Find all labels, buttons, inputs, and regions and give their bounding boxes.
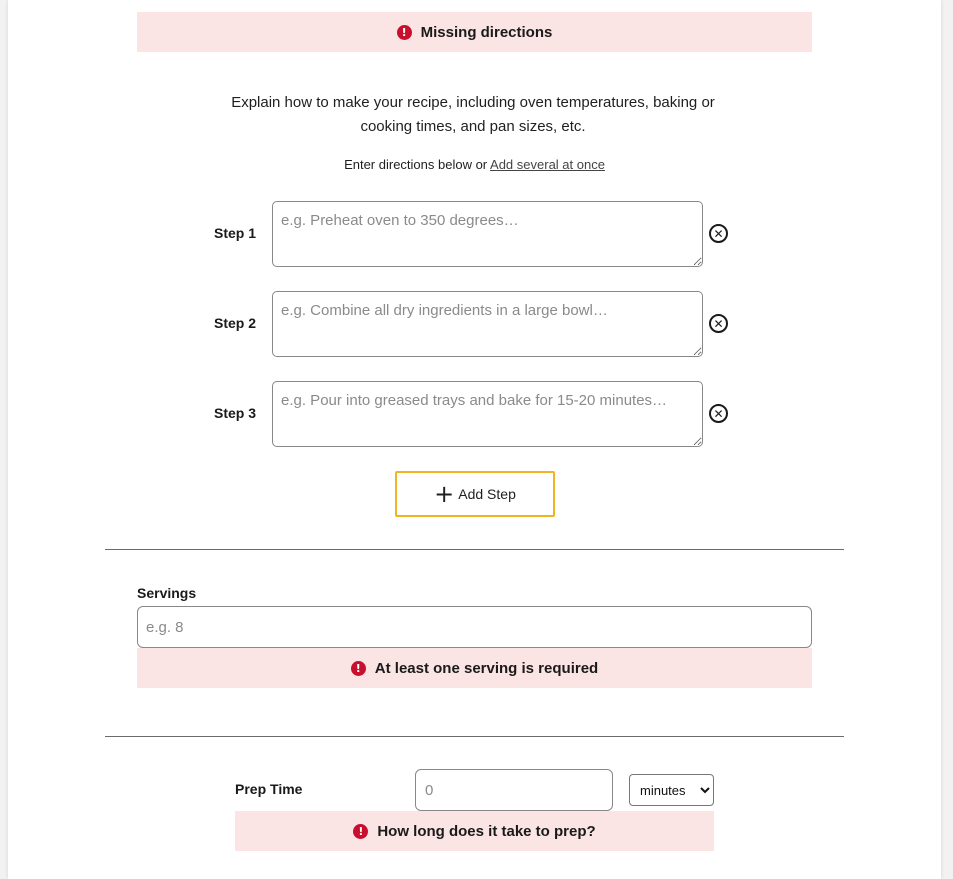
plus-icon: +: [434, 480, 455, 508]
prep-time-error-banner: ! How long does it take to prep?: [235, 811, 714, 851]
servings-input[interactable]: [137, 606, 812, 648]
recipe-form-page: ! Missing directions Explain how to make…: [8, 0, 941, 879]
enter-directions-text: Enter directions below or: [344, 157, 491, 172]
section-divider: [105, 736, 844, 737]
add-step-label: Add Step: [458, 486, 516, 502]
directions-explanation: Explain how to make your recipe, includi…: [231, 94, 715, 135]
step-3-label: Step 3: [214, 405, 257, 421]
step-1-label: Step 1: [214, 225, 257, 241]
error-icon: !: [350, 660, 366, 676]
directions-error-text: Missing directions: [420, 23, 553, 41]
remove-step-2-icon[interactable]: ✕: [709, 314, 728, 333]
error-icon: !: [396, 24, 412, 40]
prep-time-input[interactable]: [415, 769, 613, 811]
error-icon: !: [353, 823, 369, 839]
servings-error-banner: ! At least one serving is required: [137, 648, 812, 688]
step-3-textarea[interactable]: [272, 381, 703, 447]
prep-time-unit-select[interactable]: minutes: [629, 774, 714, 806]
servings-error-text: At least one serving is required: [374, 659, 599, 677]
enter-directions-line: Enter directions below or Add several at…: [8, 157, 941, 172]
servings-label: Servings: [137, 585, 197, 601]
prep-time-error-text: How long does it take to prep?: [377, 822, 596, 840]
remove-step-3-icon[interactable]: ✕: [709, 404, 728, 423]
remove-step-1-icon[interactable]: ✕: [709, 224, 728, 243]
step-2-label: Step 2: [214, 315, 257, 331]
directions-error-banner: ! Missing directions: [137, 12, 812, 52]
section-divider: [105, 549, 844, 550]
add-several-link[interactable]: Add several at once: [490, 157, 605, 172]
step-1-textarea[interactable]: [272, 201, 703, 267]
prep-time-label: Prep Time: [235, 781, 303, 797]
add-step-button[interactable]: + Add Step: [395, 471, 555, 517]
step-2-textarea[interactable]: [272, 291, 703, 357]
